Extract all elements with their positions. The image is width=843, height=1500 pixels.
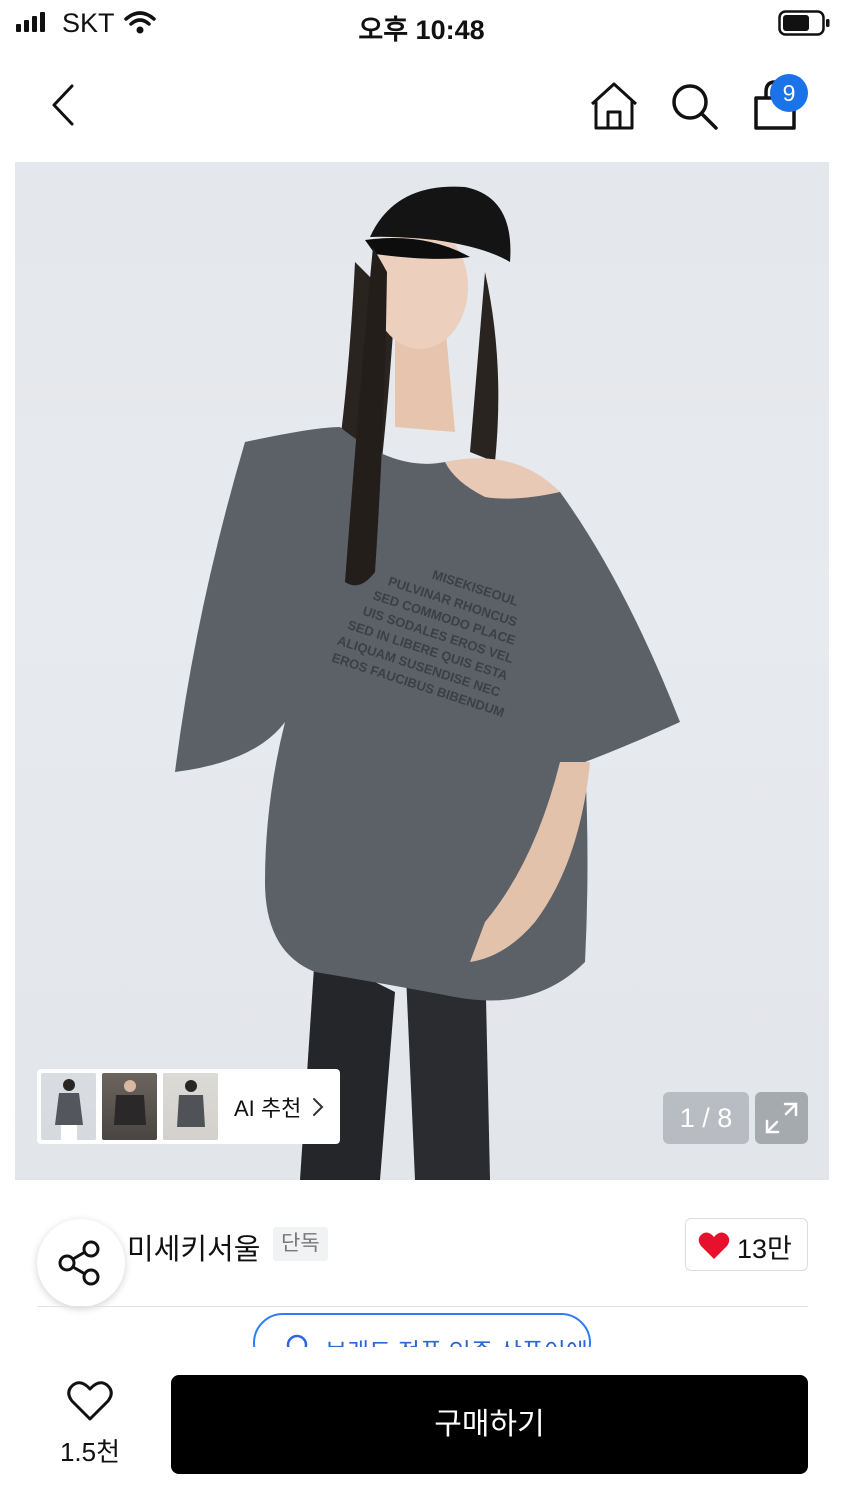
image-page-indicator: 1 / 8 — [663, 1092, 749, 1144]
brand-name[interactable]: 미세키서울 — [127, 1226, 260, 1268]
heart-outline-icon — [67, 1381, 113, 1421]
heart-icon — [698, 1232, 730, 1259]
clock: 오후 10:48 — [358, 15, 485, 45]
expand-icon[interactable] — [755, 1092, 808, 1144]
exclusive-badge: 단독 — [273, 1227, 328, 1261]
buy-button[interactable]: 구매하기 — [171, 1375, 808, 1474]
home-icon[interactable] — [586, 78, 642, 134]
search-icon[interactable] — [666, 78, 722, 134]
product-image-gallery[interactable]: MISEKISEOUL PULVINAR RHONCUS SED COMMODO… — [15, 162, 829, 1180]
ai-recommend-chip[interactable]: AI 추천 — [37, 1069, 340, 1144]
share-icon — [58, 1240, 100, 1286]
brand-like-count: 13만 — [737, 1234, 792, 1264]
battery-icon — [778, 10, 830, 36]
ai-recommend-label: AI 추천 — [234, 1095, 302, 1121]
cart-count-badge: 9 — [770, 74, 808, 112]
top-nav-bar: 9 — [0, 62, 843, 148]
share-button[interactable] — [37, 1219, 125, 1307]
divider — [37, 1306, 808, 1307]
status-bar: SKT 오후 10:48 — [0, 0, 843, 50]
ai-recommend-thumbnail[interactable] — [102, 1073, 157, 1140]
ai-recommend-thumbnail[interactable] — [163, 1073, 218, 1140]
back-icon[interactable] — [40, 80, 90, 130]
ai-recommend-thumbnail[interactable] — [41, 1073, 96, 1140]
product-photo: MISEKISEOUL PULVINAR RHONCUS SED COMMODO… — [175, 186, 680, 1180]
chevron-right-icon — [313, 1097, 324, 1116]
wishlist-count: 1.5천 — [59, 1437, 121, 1467]
